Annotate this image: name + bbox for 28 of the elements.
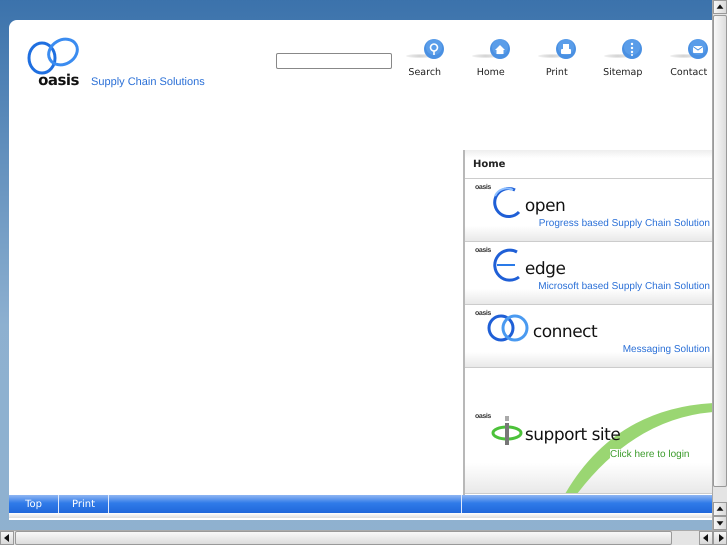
nav-link[interactable]: Sitemap <box>590 39 656 78</box>
logo-wordmark: oasis <box>38 71 79 89</box>
printer-icon <box>556 39 576 59</box>
product-name: edge <box>524 259 566 279</box>
panel-title: Home <box>465 150 712 179</box>
scroll-right-button[interactable] <box>713 531 727 545</box>
scroll-up-button[interactable] <box>713 502 727 516</box>
logo-icon <box>25 37 81 75</box>
nav-link[interactable]: Print <box>524 39 590 78</box>
product-tagline: Click here to login <box>610 449 690 460</box>
nav-link[interactable]: Home <box>458 39 524 78</box>
scroll-down-button[interactable] <box>713 516 727 530</box>
home-icon <box>490 39 510 59</box>
product-name: open <box>524 196 566 216</box>
search-icon <box>424 39 444 59</box>
search-field[interactable] <box>276 53 392 69</box>
scroll-up-button[interactable] <box>713 0 727 14</box>
product-name: support site <box>524 425 620 445</box>
envelope-icon <box>688 39 708 59</box>
product-tagline: Messaging Solution <box>622 344 710 355</box>
scroll-left-button[interactable] <box>699 531 713 545</box>
product-name: connect <box>532 322 598 342</box>
nav-link[interactable]: Search <box>392 39 458 78</box>
dots-icon <box>622 39 642 59</box>
product-tagline: Progress based Supply Chain Solution <box>538 218 710 229</box>
product-tagline: Microsoft based Supply Chain Solution <box>538 281 710 292</box>
scroll-left-button[interactable] <box>0 531 14 545</box>
tagline: Supply Chain Solutions <box>91 76 205 88</box>
